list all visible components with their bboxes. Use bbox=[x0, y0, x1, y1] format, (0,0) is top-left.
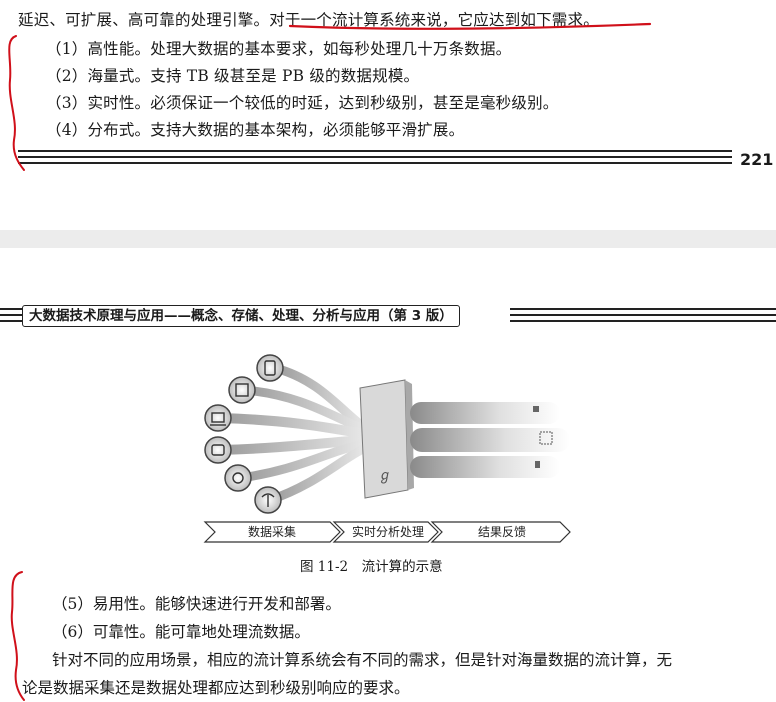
stream-computing-figure: ℊ 数据采集 实时分析处理 结果反馈 bbox=[203, 354, 571, 543]
stage-label-collect: 数据采集 bbox=[248, 524, 296, 539]
figure-caption: 图 11-2 流计算的示意 bbox=[300, 559, 443, 575]
list-item: （6）可靠性。能可靠地处理流数据。 bbox=[52, 623, 310, 641]
stage-label-feedback: 结果反馈 bbox=[478, 525, 526, 539]
source-icons bbox=[204, 354, 284, 514]
output-tubes bbox=[410, 402, 570, 478]
paragraph-line: 针对不同的应用场景，相应的流计算系统会有不同的需求，但是针对海量数据的流计算，无 bbox=[52, 651, 673, 669]
list-item: （5）易用性。能够快速进行开发和部署。 bbox=[52, 595, 341, 613]
list-item: （3）实时性。必须保证一个较低的时延，达到秒级别，甚至是毫秒级别。 bbox=[46, 94, 559, 112]
paragraph-line: 论是数据采集还是数据处理都应达到秒级别响应的要求。 bbox=[22, 679, 410, 697]
list-item: （4）分布式。支持大数据的基本架构，必须能够平滑扩展。 bbox=[46, 121, 465, 139]
footer-rules bbox=[18, 150, 732, 170]
list-item: （1）高性能。处理大数据的基本要求，如每秒处理几十万条数据。 bbox=[46, 40, 512, 58]
text-line-intro: 延迟、可扩展、高可靠的处理引擎。对于一个流计算系统来说，它应达到如下需求。 bbox=[18, 11, 599, 29]
top-page bbox=[0, 0, 776, 230]
running-header: 大数据技术原理与应用——概念、存储、处理、分析与应用（第 3 版） bbox=[22, 305, 460, 327]
stage-label-process: 实时分析处理 bbox=[352, 524, 424, 539]
list-item: （2）海量式。支持 TB 级甚至是 PB 级的数据规模。 bbox=[46, 67, 420, 85]
page-number: 221 bbox=[740, 150, 774, 169]
page-gap bbox=[0, 230, 776, 248]
svg-text:ℊ: ℊ bbox=[378, 468, 392, 485]
